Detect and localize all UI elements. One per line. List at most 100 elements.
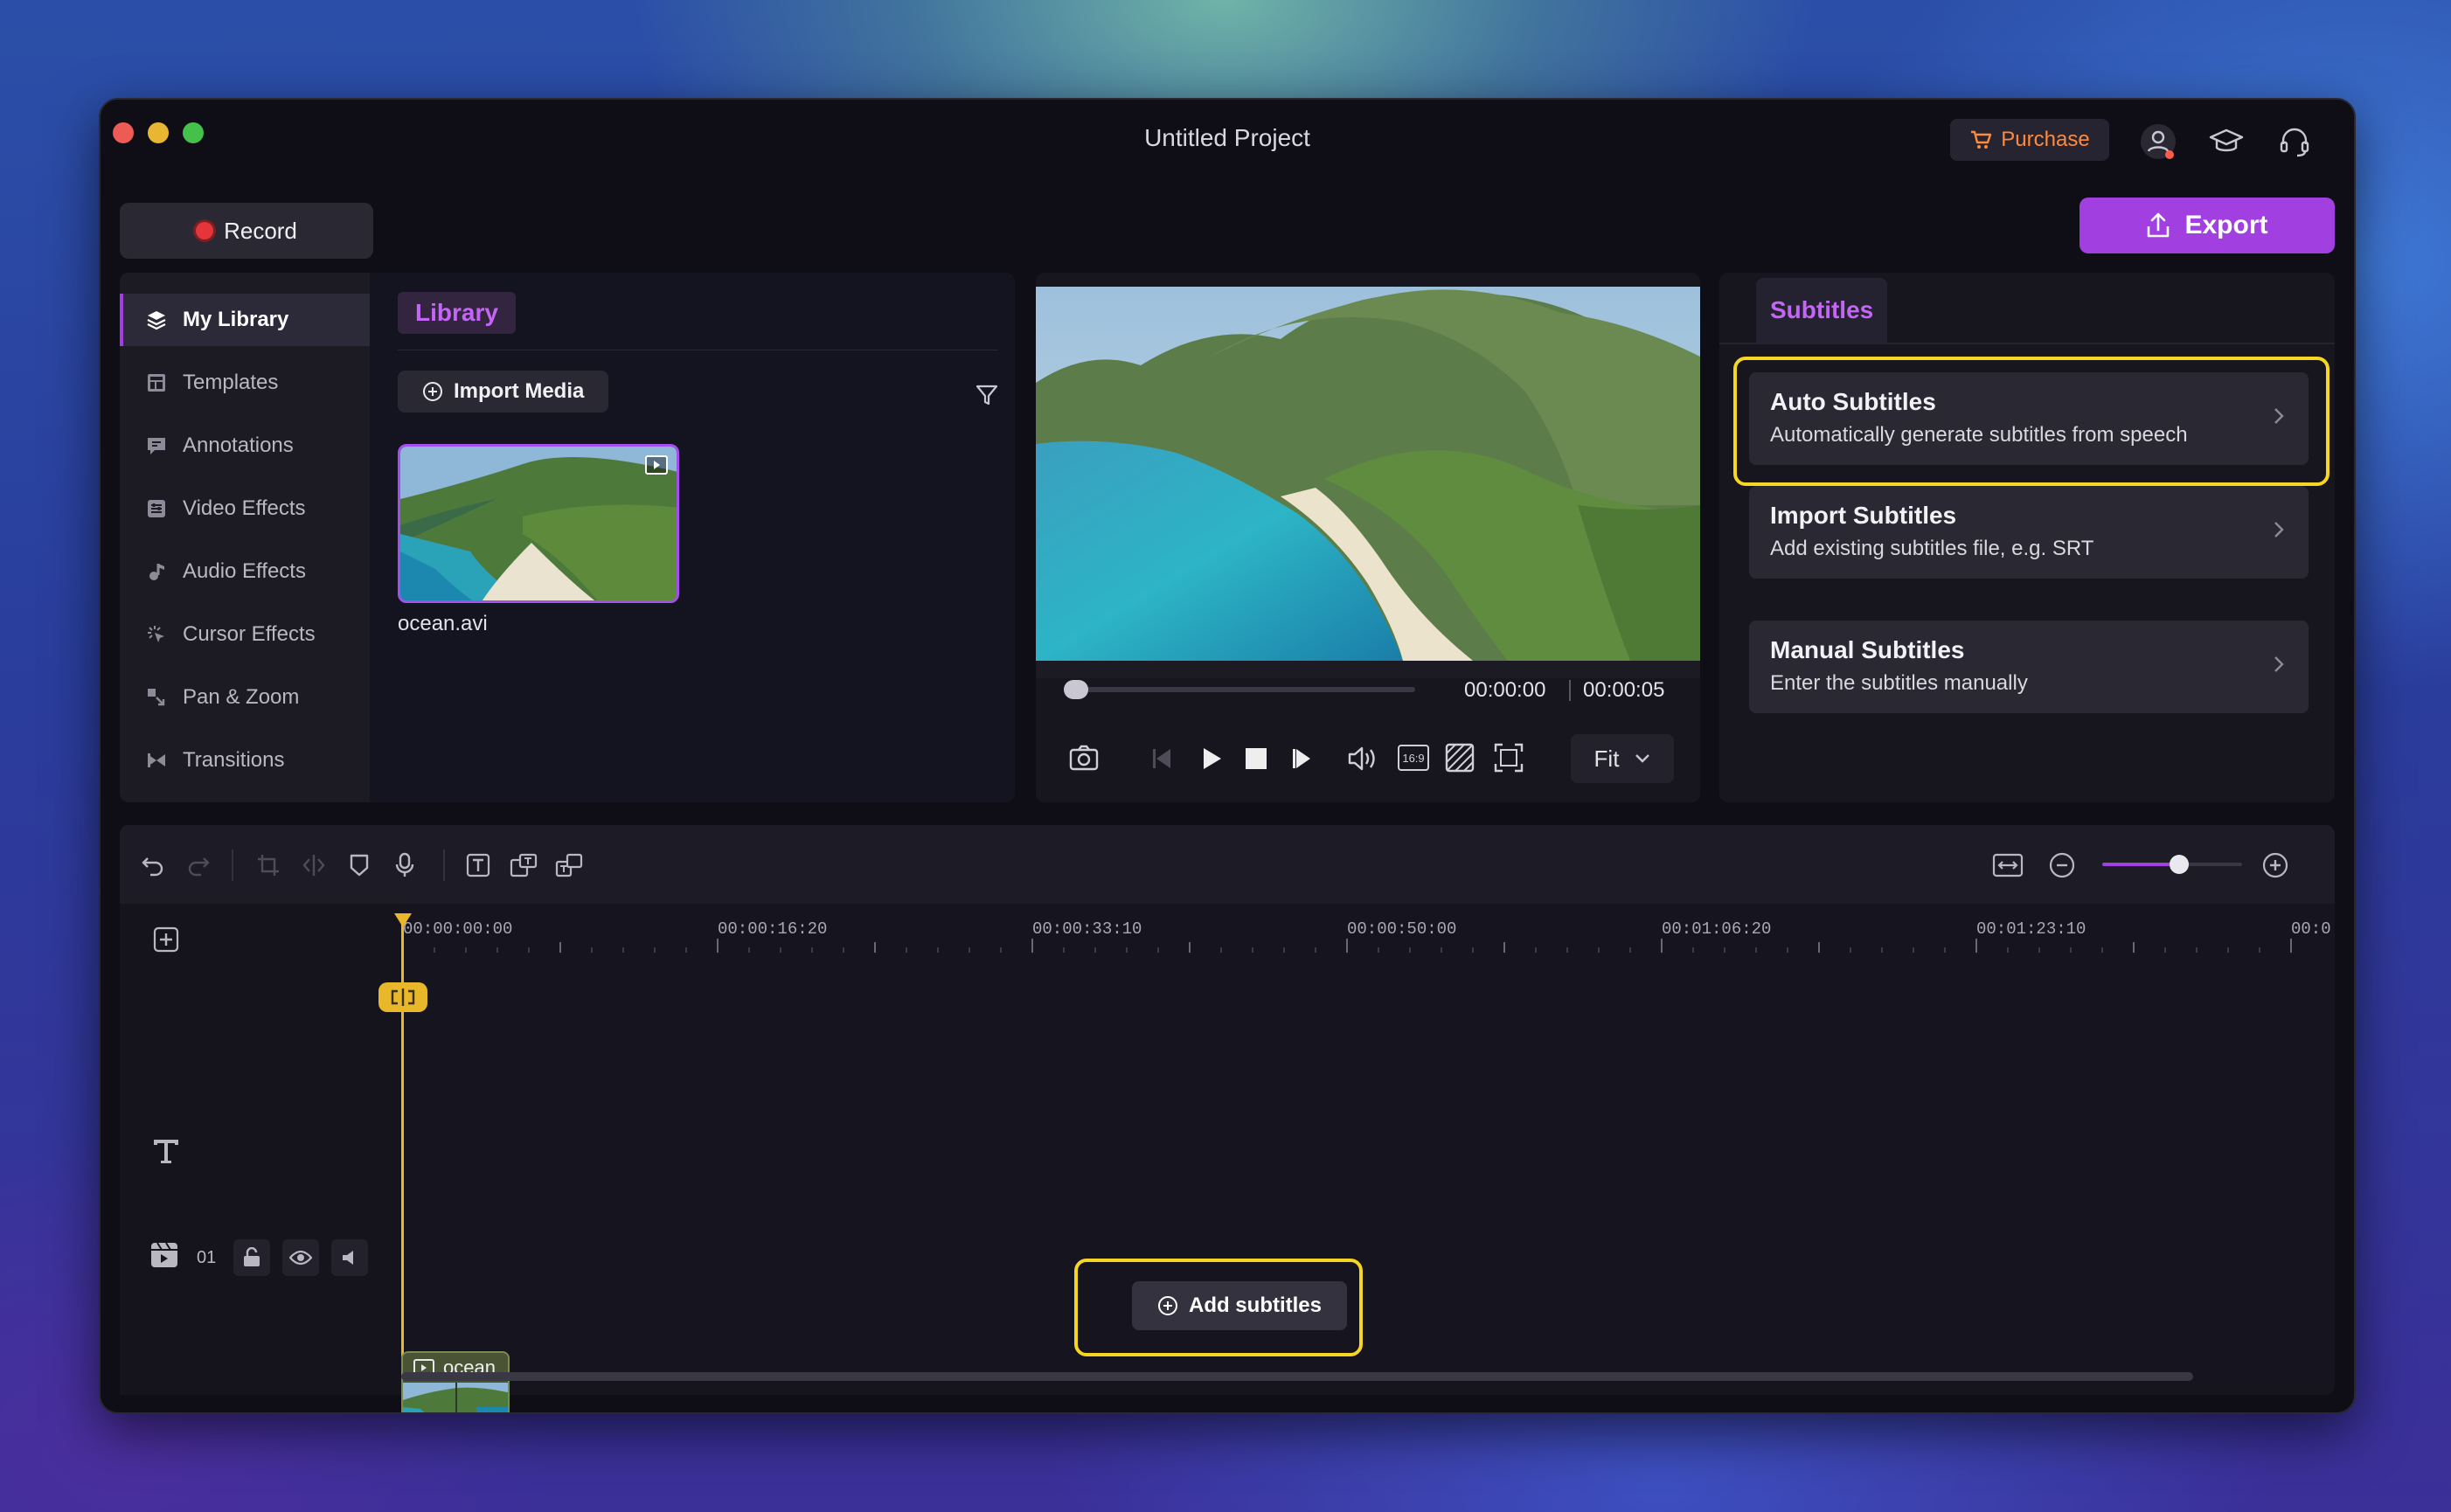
import-subtitles-card[interactable]: Import Subtitles Add existing subtitles … [1749, 486, 2309, 579]
zoom-in-icon[interactable] [2258, 848, 2293, 883]
sidebar: My Library Templates Annotations Video E… [120, 273, 370, 802]
ruler-label: 00:00:16:20 [718, 919, 828, 939]
track-header: 01 [120, 904, 401, 1395]
zoom-out-icon[interactable] [2045, 848, 2080, 883]
text-icon[interactable] [461, 848, 496, 883]
subtitles-panel: Subtitles Auto Subtitles Automatically g… [1719, 273, 2335, 802]
annotation-icon [144, 433, 169, 458]
current-time: 00:00:00 [1464, 678, 1546, 702]
chevron-down-icon [1635, 753, 1650, 764]
next-frame-icon[interactable] [1291, 746, 1317, 771]
split-icon[interactable] [296, 848, 331, 883]
sidebar-item-label: Cursor Effects [183, 622, 316, 646]
zoom-slider[interactable] [2102, 855, 2242, 874]
subtitle-text-icon[interactable] [506, 848, 541, 883]
split-icon [387, 988, 419, 1007]
tab-library[interactable]: Library [398, 292, 516, 334]
marker-icon[interactable] [342, 848, 377, 883]
previous-frame-icon[interactable] [1149, 746, 1176, 771]
undo-icon[interactable] [135, 848, 170, 883]
import-media-button[interactable]: Import Media [398, 371, 609, 413]
export-button[interactable]: Export [2080, 198, 2335, 253]
ruler-label: 00:01:23:10 [1976, 919, 2086, 939]
upload-icon [2146, 212, 2170, 239]
sidebar-item-transitions[interactable]: Transitions [120, 734, 370, 787]
divider [1719, 343, 2335, 344]
sidebar-item-label: Annotations [183, 433, 294, 457]
media-thumbnail[interactable] [398, 444, 679, 603]
tab-subtitles[interactable]: Subtitles [1756, 278, 1888, 343]
multi-text-icon[interactable] [552, 848, 587, 883]
total-time: 00:00:05 [1583, 678, 1665, 702]
speaker-icon [340, 1248, 359, 1267]
sidebar-item-cursor-effects[interactable]: Cursor Effects [120, 608, 370, 661]
ruler-label: 00:01:06:20 [1662, 919, 1772, 939]
plus-circle-icon [422, 381, 443, 402]
preview-panel: 00:00:00 00:00:05 16:9 Fit [1036, 273, 1700, 802]
headset-icon [2278, 125, 2311, 158]
video-clip[interactable]: ocean [401, 1351, 510, 1412]
text-track-icon [151, 1136, 181, 1164]
graduation-cap-icon [2209, 127, 2244, 156]
sidebar-item-label: Pan & Zoom [183, 685, 300, 709]
lock-track-button[interactable] [233, 1239, 270, 1276]
manual-subtitles-card[interactable]: Manual Subtitles Enter the subtitles man… [1749, 621, 2309, 713]
sidebar-item-audio-effects[interactable]: Audio Effects [120, 545, 370, 598]
mute-track-button[interactable] [331, 1239, 368, 1276]
fit-timeline-icon[interactable] [1990, 848, 2025, 883]
layers-icon [144, 308, 169, 332]
sidebar-item-label: Templates [183, 371, 279, 394]
aspect-ratio-button[interactable]: 16:9 [1398, 745, 1429, 771]
account-button[interactable] [2139, 122, 2177, 161]
cart-icon [1969, 129, 1992, 150]
transitions-icon [144, 748, 169, 773]
fit-dropdown[interactable]: Fit [1571, 734, 1674, 783]
microphone-icon[interactable] [387, 848, 422, 883]
sidebar-item-video-effects[interactable]: Video Effects [120, 482, 370, 535]
stop-icon[interactable] [1246, 748, 1267, 769]
background-icon[interactable] [1445, 743, 1475, 773]
seek-bar[interactable] [1066, 687, 1415, 692]
timeline-scrollbar[interactable] [401, 1372, 2193, 1381]
video-preview[interactable] [1036, 287, 1700, 661]
play-icon[interactable] [1198, 746, 1223, 771]
fullscreen-icon[interactable] [1494, 743, 1524, 773]
add-track-icon[interactable] [153, 926, 179, 953]
plus-circle-icon [1157, 1295, 1178, 1316]
sidebar-item-pan-zoom[interactable]: Pan & Zoom [120, 671, 370, 724]
video-bottom-bar [1036, 661, 1700, 678]
volume-icon[interactable] [1347, 745, 1378, 773]
fit-label: Fit [1593, 745, 1620, 772]
toolbar-divider [232, 850, 233, 881]
sidebar-item-templates[interactable]: Templates [120, 357, 370, 409]
crop-icon[interactable] [251, 848, 286, 883]
ruler-label: 00:0 [2291, 919, 2331, 939]
filter-icon[interactable] [975, 383, 999, 407]
ruler-label: 00:00:50:00 [1347, 919, 1457, 939]
redo-icon[interactable] [181, 848, 216, 883]
clip-thumbnail [403, 1383, 508, 1412]
tutorials-button[interactable] [2207, 122, 2246, 161]
toggle-visibility-button[interactable] [282, 1239, 319, 1276]
import-media-label: Import Media [454, 379, 585, 403]
sidebar-item-my-library[interactable]: My Library [120, 294, 370, 346]
ruler-label: 00:00:00:00 [403, 919, 513, 939]
highlight-box [1733, 357, 2329, 486]
record-label: Record [224, 217, 297, 244]
zoom-slider-fill [2102, 863, 2179, 866]
track-number: 01 [197, 1248, 217, 1267]
purchase-button[interactable]: Purchase [1950, 119, 2109, 161]
support-button[interactable] [2275, 122, 2314, 161]
add-subtitles-button[interactable]: Add subtitles [1132, 1281, 1347, 1330]
sidebar-item-annotations[interactable]: Annotations [120, 420, 370, 472]
video-track-icon [149, 1241, 179, 1269]
eye-icon [289, 1250, 312, 1266]
chevron-right-icon [2274, 521, 2284, 538]
split-handle[interactable] [378, 982, 427, 1012]
template-icon [144, 371, 169, 395]
chevron-right-icon [2274, 655, 2284, 673]
snapshot-icon[interactable] [1069, 745, 1099, 771]
record-button[interactable]: Record [120, 203, 373, 259]
zoom-slider-handle[interactable] [2170, 855, 2189, 874]
seek-handle[interactable] [1064, 680, 1088, 699]
